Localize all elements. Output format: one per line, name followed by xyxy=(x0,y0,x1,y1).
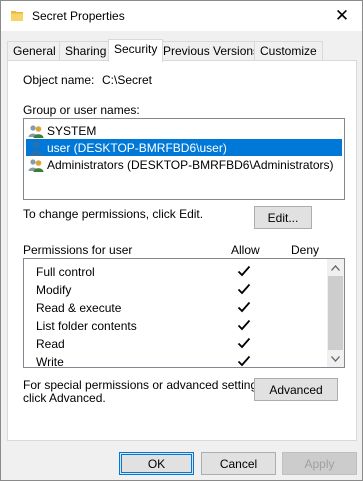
permissions-label: Permissions for user xyxy=(23,243,133,257)
tab-sharing[interactable]: Sharing xyxy=(59,41,113,61)
permission-name: Full control xyxy=(36,265,95,279)
folder-icon xyxy=(11,11,23,21)
scroll-down-button[interactable] xyxy=(327,350,344,367)
scroll-thumb[interactable] xyxy=(328,276,343,350)
permission-name: Read & execute xyxy=(36,301,122,315)
permission-row: Modify xyxy=(24,281,328,299)
chevron-down-icon xyxy=(331,355,340,362)
permission-row: Write xyxy=(24,353,328,371)
permissions-list[interactable]: Full control Modify Read & execute List … xyxy=(23,258,345,371)
tab-previous-versions[interactable]: Previous Versions xyxy=(157,41,266,61)
group-item-label: user (DESKTOP-BMRFBD6\user) xyxy=(47,140,227,155)
allow-check-icon xyxy=(237,283,251,295)
cancel-button[interactable]: Cancel xyxy=(201,452,276,475)
group-icon xyxy=(28,158,44,172)
edit-button[interactable]: Edit... xyxy=(254,206,312,229)
group-item-label: SYSTEM xyxy=(47,123,97,138)
allow-check-icon xyxy=(237,265,251,277)
deny-header: Deny xyxy=(291,243,320,257)
apply-button[interactable]: Apply xyxy=(282,452,357,475)
advanced-hint-line1: For special permissions or advanced sett… xyxy=(23,378,267,392)
permissions-scrollbar[interactable] xyxy=(327,259,344,367)
permission-row: Read xyxy=(24,335,328,353)
permission-row: Full control xyxy=(24,263,328,281)
permission-name: Read xyxy=(36,337,65,351)
user-icon xyxy=(30,141,42,155)
tab-customize[interactable]: Customize xyxy=(254,41,323,61)
allow-header: Allow xyxy=(231,243,260,257)
permission-name: Write xyxy=(36,355,64,369)
advanced-hint-line2: click Advanced. xyxy=(23,391,106,405)
object-name-value: C:\Secret xyxy=(102,73,153,87)
close-icon: ✕ xyxy=(334,6,350,25)
allow-check-icon xyxy=(237,301,251,313)
advanced-button[interactable]: Advanced xyxy=(254,378,338,401)
permission-name: List folder contents xyxy=(36,319,137,333)
group-list[interactable]: SYSTEM user (DESKTOP-BMRFBD6\user) Admin… xyxy=(23,118,345,200)
group-item-system[interactable]: SYSTEM xyxy=(26,122,342,139)
group-icon xyxy=(28,124,44,138)
group-item-label: Administrators (DESKTOP-BMRFBD6\Administ… xyxy=(47,157,334,172)
close-button[interactable]: ✕ xyxy=(322,1,362,31)
change-permissions-hint: To change permissions, click Edit. xyxy=(23,207,204,221)
chevron-up-icon xyxy=(331,264,340,271)
object-name-label: Object name: xyxy=(23,73,95,87)
window-title: Secret Properties xyxy=(32,9,125,23)
allow-check-icon xyxy=(237,319,251,331)
groups-label: Group or user names: xyxy=(23,103,140,117)
tab-security[interactable]: Security xyxy=(108,39,164,62)
permission-name: Modify xyxy=(36,283,72,297)
ok-button[interactable]: OK xyxy=(119,452,194,475)
permission-row: Read & execute xyxy=(24,299,328,317)
permission-row: List folder contents xyxy=(24,317,328,335)
allow-check-icon xyxy=(237,337,251,349)
tab-general[interactable]: General xyxy=(7,41,62,61)
title-bar[interactable]: Secret Properties ✕ xyxy=(1,1,362,31)
allow-check-icon xyxy=(237,355,251,367)
properties-window: Secret Properties ✕ General Sharing Secu… xyxy=(0,0,363,481)
scroll-up-button[interactable] xyxy=(327,259,344,276)
security-panel: Object name: C:\Secret Group or user nam… xyxy=(7,60,357,441)
group-item-user[interactable]: user (DESKTOP-BMRFBD6\user) xyxy=(26,139,342,156)
group-item-administrators[interactable]: Administrators (DESKTOP-BMRFBD6\Administ… xyxy=(26,156,342,173)
tab-strip: General Sharing Security Previous Versio… xyxy=(7,39,358,62)
